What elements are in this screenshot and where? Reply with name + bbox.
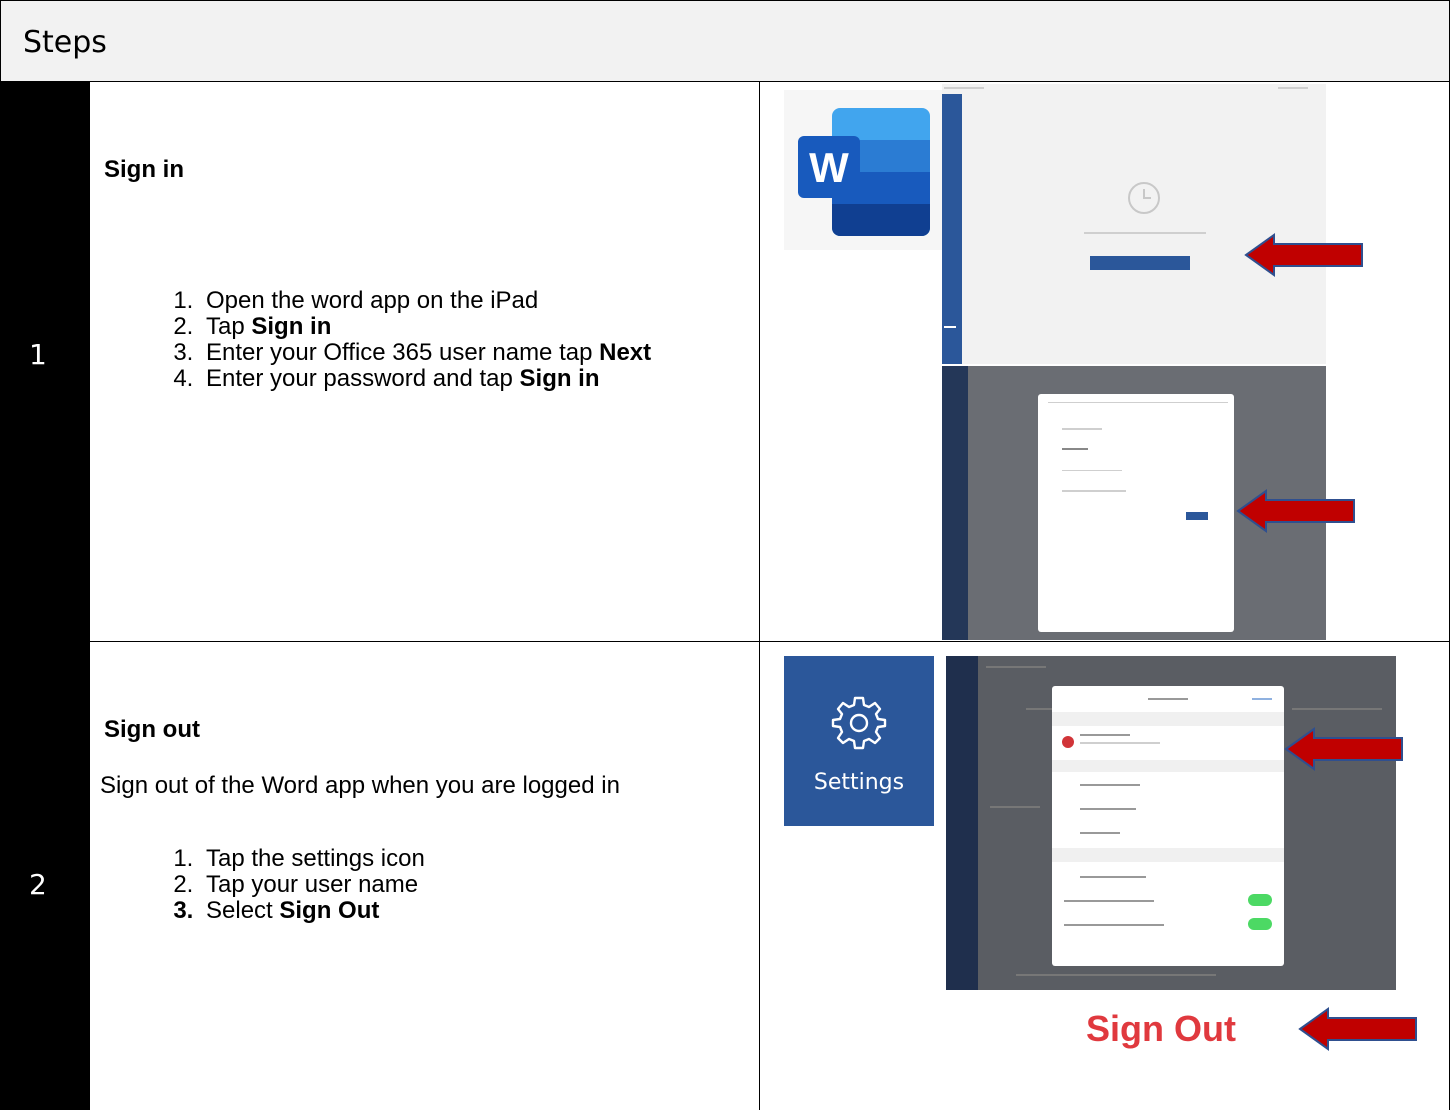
sign-in-dialog [1038, 394, 1234, 632]
settings-dialog [1052, 686, 1284, 966]
step-image-cell: W [759, 82, 1451, 641]
step-text-cell: Sign in Open the word app on the iPad Ta… [89, 82, 759, 641]
step-row-1: 1 Sign in Open the word app on the iPad … [0, 82, 1450, 642]
ipad-word-start-screenshot [942, 84, 1326, 364]
toggle-switch [1248, 918, 1272, 930]
step-row-2: 2 Sign out Sign out of the Word app when… [0, 642, 1450, 1110]
arrow-left-icon [1298, 1007, 1417, 1051]
settings-app-tile: Settings [784, 656, 934, 826]
toggle-switch [1248, 894, 1272, 906]
step-number-cell: 1 [1, 82, 89, 641]
step-image-cell: Settings Sign Out [759, 642, 1451, 1110]
avatar [1062, 736, 1074, 748]
next-button [1186, 512, 1208, 520]
word-sidebar [942, 94, 962, 364]
word-sidebar-dimmed [946, 656, 978, 990]
clock-icon [1128, 182, 1160, 214]
settings-label: Settings [813, 770, 905, 795]
step-instructions-list: Tap the settings icon Tap your user name… [160, 846, 425, 924]
list-item: Open the word app on the iPad [200, 288, 651, 314]
list-item: Enter your password and tap Sign in [200, 366, 651, 392]
list-item: Select Sign Out [200, 898, 425, 924]
list-item: Enter your Office 365 user name tap Next [200, 340, 651, 366]
arrow-left-icon [1236, 489, 1355, 533]
arrow-left-icon [1284, 727, 1403, 771]
list-item: Tap your user name [200, 872, 425, 898]
list-item: Tap Sign in [200, 314, 651, 340]
step-instructions-list: Open the word app on the iPad Tap Sign i… [160, 288, 651, 392]
step-intro: Sign out of the Word app when you are lo… [100, 772, 620, 799]
svg-text:W: W [809, 144, 849, 191]
step-title: Sign in [104, 156, 184, 183]
word-sidebar-dimmed [942, 366, 968, 640]
steps-header: Steps [0, 0, 1450, 82]
step-number: 1 [29, 338, 47, 371]
gear-icon [831, 696, 887, 750]
step-number-cell: 2 [1, 642, 89, 1110]
step-number: 2 [29, 868, 47, 901]
ipad-settings-screenshot [946, 656, 1396, 990]
sign-out-label: Sign Out [1086, 1008, 1236, 1049]
step-title: Sign out [104, 716, 200, 743]
list-item: Tap the settings icon [200, 846, 425, 872]
step-text-cell: Sign out Sign out of the Word app when y… [89, 642, 759, 1110]
word-app-icon: W [784, 90, 950, 250]
sign-in-button [1090, 256, 1190, 270]
steps-header-title: Steps [23, 25, 107, 60]
arrow-left-icon [1244, 233, 1363, 277]
